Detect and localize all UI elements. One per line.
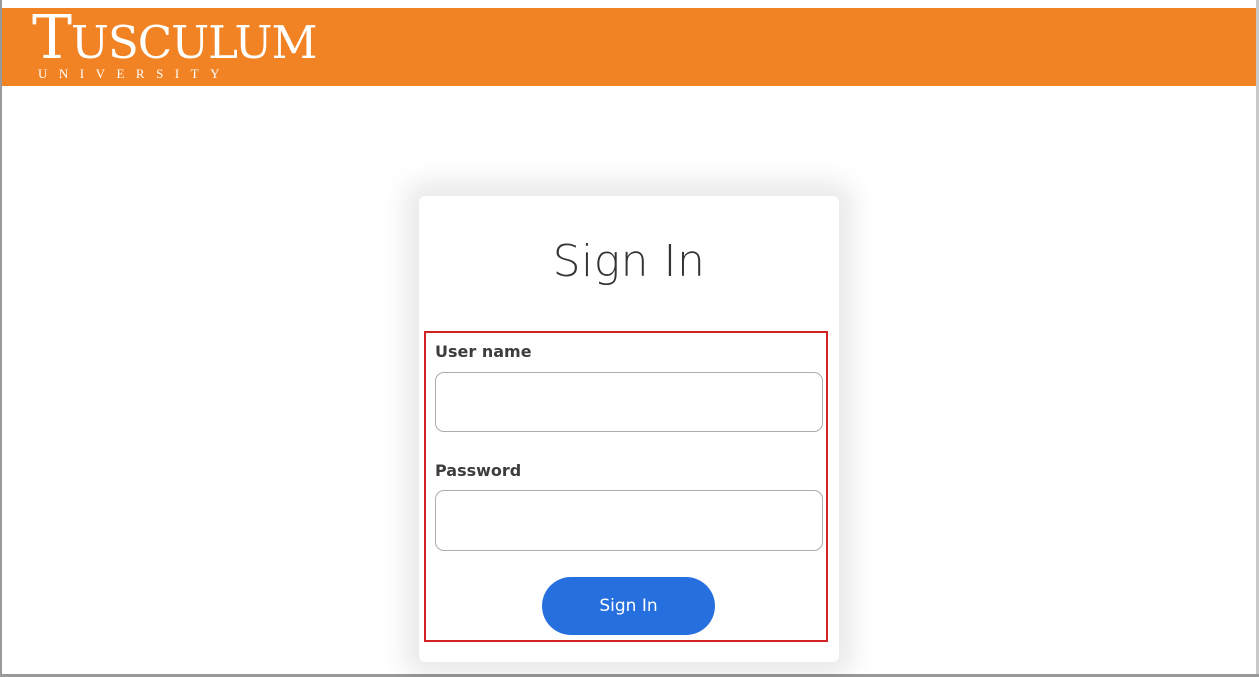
password-input[interactable] — [435, 490, 823, 551]
university-logo[interactable]: TUSCULUM UNIVERSITY — [32, 8, 322, 86]
window-border-left — [0, 0, 2, 677]
username-input[interactable] — [435, 372, 823, 432]
logo-subtitle: UNIVERSITY — [38, 66, 231, 81]
sign-in-title: Sign In — [552, 236, 706, 287]
sign-in-button[interactable]: Sign In — [542, 577, 715, 635]
password-label: Password — [435, 461, 522, 480]
site-header: TUSCULUM UNIVERSITY — [2, 8, 1256, 86]
login-page: TUSCULUM UNIVERSITY Sign In User name Pa… — [0, 0, 1259, 677]
logo-rest: USCULUM — [71, 16, 318, 69]
logo-initial: T — [32, 3, 72, 73]
username-label: User name — [435, 342, 532, 361]
logo-wordmark: TUSCULUM — [32, 8, 318, 73]
